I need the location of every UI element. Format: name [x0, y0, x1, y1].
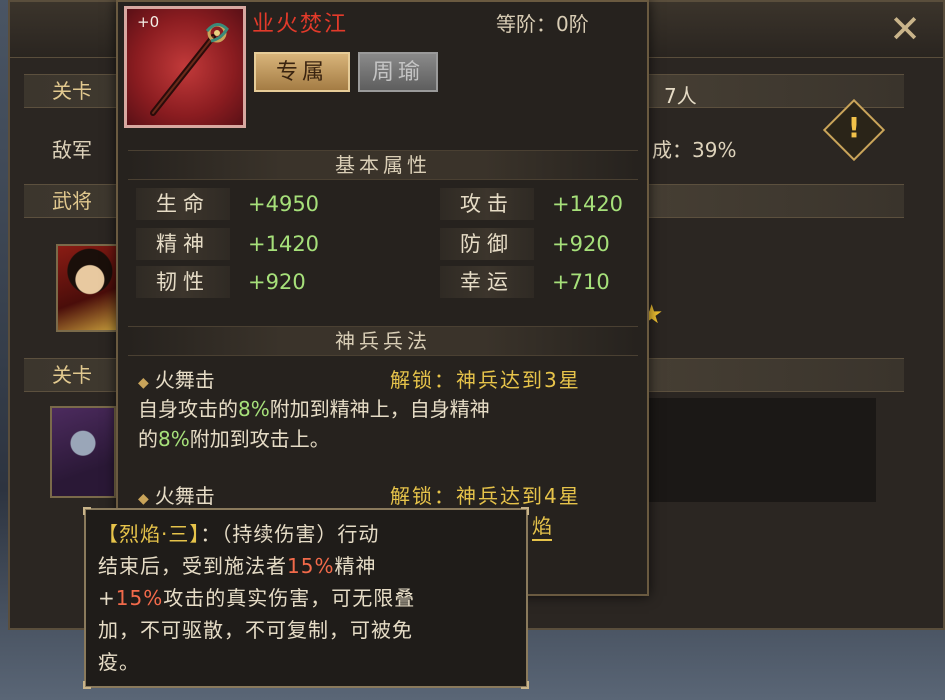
tooltip-line-5: 疫。 [98, 650, 140, 674]
warning-mark: ! [847, 111, 861, 144]
attribute-value: +920 [248, 270, 306, 294]
skill-unlock-condition: 解锁：神兵达到4星 [390, 484, 581, 508]
attribute-value: +1420 [248, 232, 320, 256]
item-icon-frame: +0 [124, 6, 246, 128]
hero-portrait-slot[interactable] [56, 244, 118, 332]
attribute-value: +920 [552, 232, 610, 256]
skill-name: ◆ 火舞击 [138, 368, 215, 392]
reward-item-slot[interactable] [50, 406, 116, 498]
reward-panel [640, 398, 876, 502]
attribute-value: +1420 [552, 192, 624, 216]
attribute-label: 生命 [136, 188, 230, 220]
skill-section-header: 神兵兵法 [128, 326, 638, 356]
enemy-label: 敌军 [52, 138, 92, 162]
skill-unlock-condition: 解锁：神兵达到3星 [390, 368, 581, 392]
skill-keyword-link[interactable]: 焰 [532, 510, 552, 539]
band-label: 关卡 [52, 79, 92, 103]
grade-label: 等阶：0阶 [496, 12, 589, 36]
attribute-value: +4950 [248, 192, 320, 216]
attribute-label: 攻击 [440, 188, 534, 220]
diamond-bullet-icon: ◆ [138, 375, 149, 391]
tooltip-line-3: +15%攻击的真实伤害，可无限叠 [98, 586, 416, 610]
chest-icon [52, 408, 114, 496]
skill-name: ◆ 火舞击 [138, 484, 215, 508]
keyword-tooltip: 【烈焰·三】：（持续伤害）行动 结束后，受到施法者15%精神 +15%攻击的真实… [83, 507, 529, 689]
item-detail-panel: +0 业火焚江 等阶：0阶 专属 周瑜 基本属性 生命 +4950 攻击 +14… [116, 0, 649, 596]
troop-count: 7人 [664, 84, 697, 108]
tooltip-line-2: 结束后，受到施法者15%精神 [98, 554, 377, 578]
tooltip-line-1: 【烈焰·三】：（持续伤害）行动 [98, 522, 380, 546]
close-x-icon[interactable]: ✕ [885, 10, 925, 50]
red-staff-icon [150, 23, 229, 116]
hero-portrait-image [58, 246, 116, 330]
band-label: 武将 [52, 189, 92, 213]
attribute-label: 防御 [440, 228, 534, 260]
basic-attributes-header: 基本属性 [128, 150, 638, 180]
attribute-value: +710 [552, 270, 610, 294]
attribute-label: 幸运 [440, 266, 534, 298]
attribute-row: 韧性 +920 幸运 +710 [118, 266, 648, 298]
bonus-value: 成：39% [652, 138, 737, 162]
attribute-label: 韧性 [136, 266, 230, 298]
attribute-label: 精神 [136, 228, 230, 260]
item-name: 业火焚江 [252, 12, 349, 37]
attribute-row: 生命 +4950 攻击 +1420 [118, 188, 648, 220]
diamond-bullet-icon: ◆ [138, 491, 149, 507]
exclusive-tag[interactable]: 专属 [254, 52, 350, 92]
attribute-row: 精神 +1420 防御 +920 [118, 228, 648, 260]
skill-description: 自身攻击的8%附加到精神上，自身精神 的8%附加到攻击上。 [138, 397, 490, 451]
band-label: 关卡 [52, 363, 92, 387]
hero-name-tag[interactable]: 周瑜 [358, 52, 438, 92]
tooltip-line-4: 加，不可驱散，不可复制，可被免 [98, 618, 413, 642]
